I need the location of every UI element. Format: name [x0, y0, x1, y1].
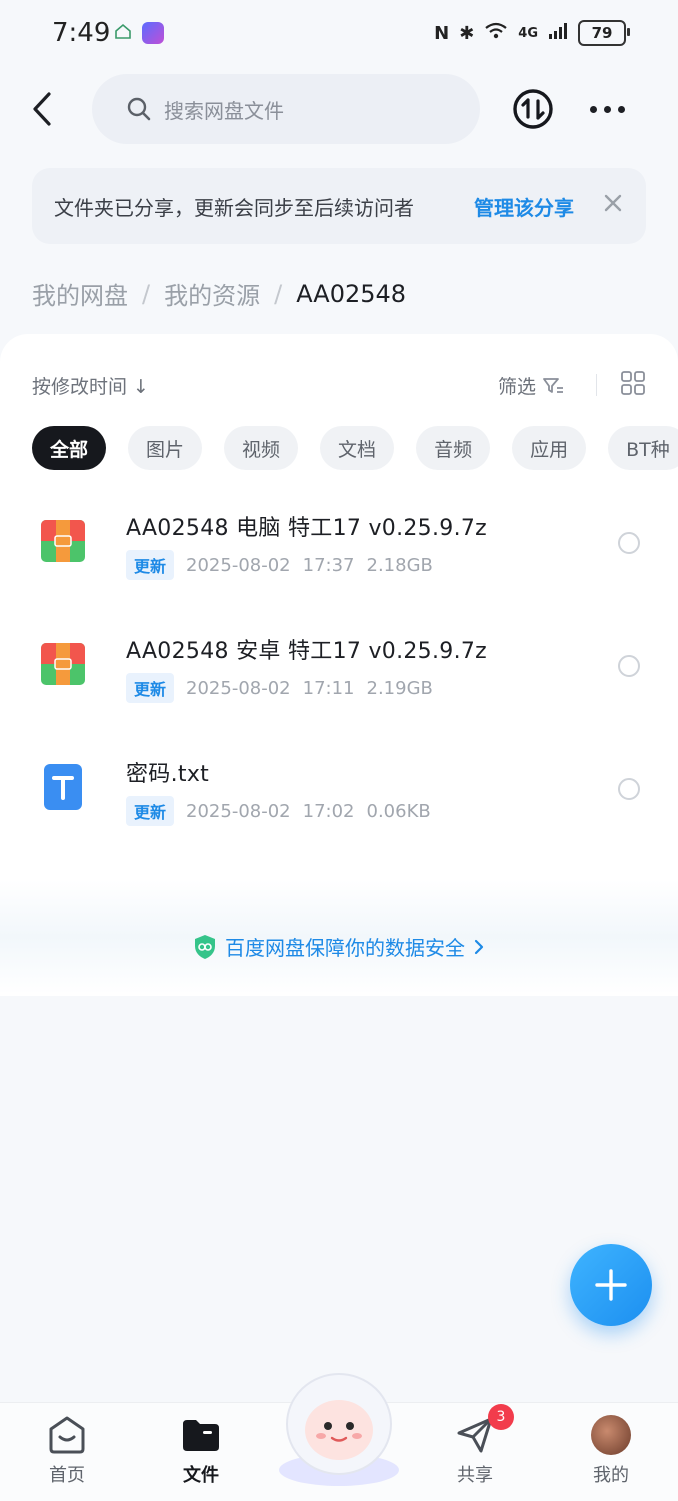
camera-app-icon — [142, 22, 164, 44]
search-placeholder: 搜索网盘文件 — [164, 98, 284, 123]
breadcrumb-item-my-resources[interactable]: 我的资源 — [164, 276, 260, 311]
file-name: 密码.txt — [126, 762, 210, 787]
file-time: 17:02 — [302, 800, 355, 822]
chevron-left-icon — [33, 92, 51, 126]
safety-notice-text: 百度网盘保障你的数据安全 — [225, 936, 465, 960]
battery-icon: 79 — [578, 20, 630, 46]
select-checkbox[interactable] — [618, 778, 640, 800]
home-icon — [49, 1416, 85, 1454]
file-meta: 更新 2025-08-02 17:02 0.06KB — [126, 796, 431, 826]
file-date: 2025-08-02 — [186, 800, 291, 822]
file-size: 2.18GB — [366, 554, 433, 576]
chip-audio[interactable]: 音频 — [416, 426, 491, 470]
update-tag: 更新 — [126, 550, 175, 580]
update-tag: 更新 — [126, 796, 175, 826]
status-icons: N ✱ 4G 79 — [434, 20, 630, 46]
select-checkbox[interactable] — [618, 532, 640, 554]
chip-images[interactable]: 图片 — [128, 426, 203, 470]
shield-icon — [195, 934, 215, 959]
breadcrumb-item-my-disk[interactable]: 我的网盘 — [32, 276, 128, 311]
nav-mine-label: 我的 — [593, 1465, 629, 1486]
file-row[interactable]: AA02548 电脑 特工17 v0.25.9.7z 更新 2025-08-02… — [0, 500, 678, 610]
file-meta: 更新 2025-08-02 17:11 2.19GB — [126, 673, 433, 703]
sort-button[interactable]: 按修改时间 ↓ — [32, 372, 149, 399]
safety-notice[interactable]: 百度网盘保障你的数据安全 — [0, 880, 678, 994]
status-time: 7:49 — [52, 18, 111, 48]
breadcrumb-current: AA02548 — [296, 279, 407, 308]
transfer-icon — [513, 89, 553, 129]
avatar — [591, 1415, 631, 1455]
nav-mine[interactable]: 我的 — [566, 1415, 656, 1487]
more-button[interactable] — [590, 100, 630, 118]
search-bar[interactable]: 搜索网盘文件 — [92, 74, 480, 144]
chip-documents[interactable]: 文档 — [320, 426, 395, 470]
signal-icon — [548, 22, 568, 45]
chevron-right-icon — [474, 939, 484, 954]
archive-icon — [40, 518, 86, 564]
chip-all[interactable]: 全部 — [32, 426, 107, 470]
share-badge: 3 — [488, 1404, 514, 1430]
breadcrumb-separator: / — [274, 279, 283, 308]
nav-home-label: 首页 — [49, 1465, 85, 1486]
file-time: 17:11 — [302, 677, 355, 699]
file-row[interactable]: AA02548 安卓 特工17 v0.25.9.7z 更新 2025-08-02… — [0, 623, 678, 733]
breadcrumb-separator: / — [142, 279, 151, 308]
share-banner-text: 文件夹已分享，更新会同步至后续访问者 — [54, 196, 414, 220]
chip-bt[interactable]: BT种 — [608, 426, 678, 470]
close-banner-button[interactable] — [598, 188, 628, 218]
network-type: 4G — [518, 25, 538, 41]
nav-share-label: 共享 — [457, 1465, 493, 1486]
filter-label: 筛选 — [498, 376, 537, 398]
nav-home[interactable]: 首页 — [22, 1415, 112, 1487]
manage-share-link[interactable]: 管理该分享 — [474, 192, 574, 221]
home-app-icon — [114, 22, 132, 44]
bluetooth-icon: ✱ — [459, 22, 475, 44]
file-row[interactable]: 密码.txt 更新 2025-08-02 17:02 0.06KB — [0, 746, 678, 856]
nav-files[interactable]: 文件 — [156, 1415, 246, 1487]
chip-apps[interactable]: 应用 — [512, 426, 587, 470]
search-icon — [127, 97, 151, 121]
folder-icon — [183, 1420, 219, 1451]
add-button[interactable] — [570, 1244, 652, 1326]
select-checkbox[interactable] — [618, 655, 640, 677]
back-button[interactable] — [22, 86, 62, 132]
category-chips: 全部 图片 视频 文档 音频 应用 BT种 — [32, 426, 678, 470]
update-tag: 更新 — [126, 673, 175, 703]
file-size: 0.06KB — [366, 800, 431, 822]
share-banner: 文件夹已分享，更新会同步至后续访问者 管理该分享 — [32, 168, 646, 244]
more-dot — [618, 105, 625, 113]
battery-level: 79 — [591, 24, 613, 42]
archive-icon — [40, 641, 86, 687]
toolbar-divider — [596, 374, 597, 396]
file-name: AA02548 电脑 特工17 v0.25.9.7z — [126, 516, 488, 541]
transfer-button[interactable] — [512, 88, 554, 130]
grid-view-icon — [621, 371, 645, 395]
filter-icon — [543, 377, 564, 393]
file-date: 2025-08-02 — [186, 677, 291, 699]
nfc-icon: N — [434, 22, 450, 44]
nav-files-label: 文件 — [183, 1465, 219, 1486]
more-dot — [590, 105, 597, 113]
more-dot — [604, 105, 611, 113]
filter-button[interactable]: 筛选 — [498, 372, 564, 399]
file-time: 17:37 — [302, 554, 355, 576]
file-name: AA02548 安卓 特工17 v0.25.9.7z — [126, 639, 488, 664]
grid-view-button[interactable] — [620, 370, 646, 396]
plus-icon — [595, 1269, 627, 1301]
text-file-icon — [40, 764, 86, 810]
mascot-icon — [279, 1373, 399, 1486]
wifi-icon — [484, 22, 508, 45]
file-date: 2025-08-02 — [186, 554, 291, 576]
mascot-assistant-button[interactable] — [274, 1366, 404, 1486]
file-size: 2.19GB — [366, 677, 433, 699]
chip-videos[interactable]: 视频 — [224, 426, 299, 470]
breadcrumb: 我的网盘 / 我的资源 / AA02548 — [32, 276, 406, 311]
file-meta: 更新 2025-08-02 17:37 2.18GB — [126, 550, 433, 580]
close-icon — [604, 194, 622, 212]
